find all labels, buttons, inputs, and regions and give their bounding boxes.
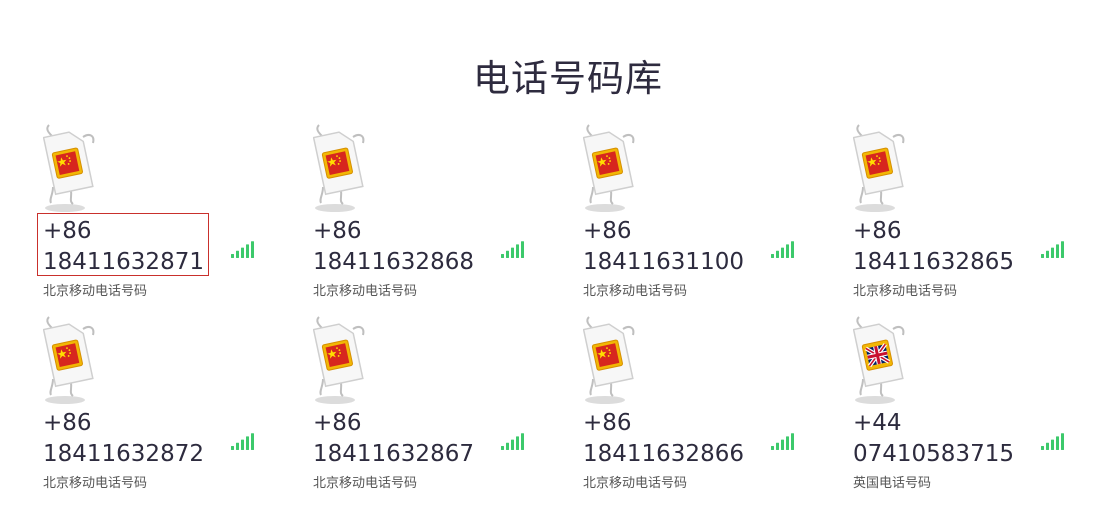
china-flag-icon — [51, 339, 83, 371]
country-code: +86 — [43, 218, 92, 244]
sim-card-icon — [42, 123, 115, 218]
phone-card[interactable]: +86 18411632872 北京移动电话号码 — [42, 315, 273, 495]
signal-icon — [1041, 430, 1065, 450]
china-flag-icon — [591, 339, 623, 371]
china-flag-icon — [321, 339, 353, 371]
phone-card[interactable]: +86 18411632865 北京移动电话号码 — [852, 123, 1083, 303]
country-code: +86 — [313, 410, 362, 436]
number-label: 北京移动电话号码 — [583, 284, 688, 299]
signal-icon — [771, 238, 795, 258]
signal-icon — [231, 238, 255, 258]
phone-card[interactable]: +86 18411631100 北京移动电话号码 — [582, 123, 813, 303]
phone-number: 18411632872 — [43, 441, 204, 467]
phone-card[interactable]: +86 18411632867 北京移动电话号码 — [312, 315, 543, 495]
country-code: +86 — [583, 410, 632, 436]
signal-icon — [231, 430, 255, 450]
phone-number: 07410583715 — [853, 441, 1014, 467]
country-code: +86 — [313, 218, 362, 244]
sim-card-icon — [582, 315, 655, 410]
phone-card[interactable]: +86 18411632868 北京移动电话号码 — [312, 123, 543, 303]
phone-number: 18411632867 — [313, 441, 474, 467]
number-label: 北京移动电话号码 — [313, 476, 418, 491]
number-label: 北京移动电话号码 — [43, 476, 148, 491]
signal-icon — [771, 430, 795, 450]
phone-number: 18411632868 — [313, 249, 474, 275]
sim-card-icon — [312, 315, 385, 410]
sim-card-icon — [852, 315, 925, 410]
number-label: 北京移动电话号码 — [583, 476, 688, 491]
phone-number: 18411631100 — [583, 249, 744, 275]
china-flag-icon — [51, 147, 83, 179]
sim-card-icon — [582, 123, 655, 218]
phone-number: 18411632866 — [583, 441, 744, 467]
uk-flag-icon — [861, 339, 893, 371]
china-flag-icon — [861, 147, 893, 179]
sim-card-icon — [852, 123, 925, 218]
signal-icon — [1041, 238, 1065, 258]
country-code: +86 — [853, 218, 902, 244]
sim-card-icon — [312, 123, 385, 218]
number-label: 北京移动电话号码 — [313, 284, 418, 299]
phone-card[interactable]: +44 07410583715 英国电话号码 — [852, 315, 1083, 495]
number-label: 北京移动电话号码 — [853, 284, 958, 299]
country-code: +44 — [853, 410, 902, 436]
phone-card[interactable]: +86 18411632871 北京移动电话号码 — [37, 123, 273, 303]
signal-icon — [501, 238, 525, 258]
phone-card[interactable]: +86 18411632866 北京移动电话号码 — [582, 315, 813, 495]
country-code: +86 — [43, 410, 92, 436]
phone-number: 18411632865 — [853, 249, 1014, 275]
china-flag-icon — [591, 147, 623, 179]
phone-number: 18411632871 — [43, 249, 204, 275]
country-code: +86 — [583, 218, 632, 244]
china-flag-icon — [321, 147, 353, 179]
number-label: 北京移动电话号码 — [43, 284, 148, 299]
phone-number-grid: +86 18411632871 北京移动电话号码 +86 18411632868… — [0, 0, 1100, 505]
sim-card-icon — [42, 315, 115, 410]
number-label: 英国电话号码 — [853, 476, 932, 491]
signal-icon — [501, 430, 525, 450]
